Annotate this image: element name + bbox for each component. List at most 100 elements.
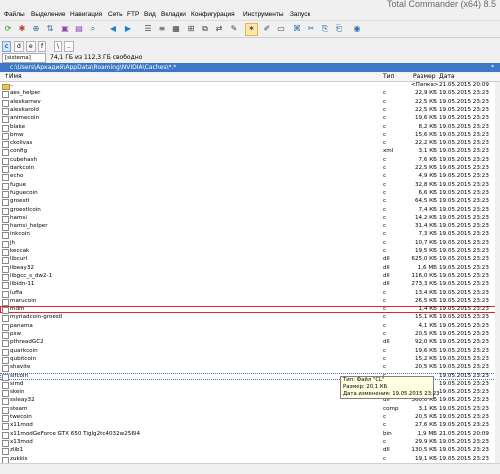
menu-tools[interactable]: Инструменты bbox=[243, 11, 284, 18]
edit-icon[interactable]: ✐ bbox=[262, 24, 272, 34]
file-row[interactable]: libgcc_s_dw2-1 dll 116,0 КБ 19.05.2015 23:2… bbox=[0, 273, 500, 281]
filter-mask[interactable]: * bbox=[491, 63, 494, 72]
copy-icon[interactable]: ⎘ bbox=[320, 24, 330, 34]
menu-files[interactable]: Файлы bbox=[4, 11, 25, 18]
file-row[interactable]: steam comp 3,1 КБ 19.05.2015 23:23 bbox=[0, 406, 500, 414]
file-row[interactable]: zukkis c 19,1 КБ 19.05.2015 23:23 bbox=[0, 456, 500, 463]
file-date: 19.05.2015 23:23 bbox=[439, 165, 489, 171]
drive-d-button[interactable]: d bbox=[14, 41, 24, 52]
tree-icon[interactable]: ⊞ bbox=[186, 24, 196, 34]
column-size[interactable]: Размер bbox=[413, 73, 436, 81]
details-view-icon[interactable]: ≡ bbox=[157, 24, 167, 34]
notepad-icon[interactable]: ▭ bbox=[276, 24, 286, 34]
column-date[interactable]: Дата bbox=[439, 73, 455, 81]
menu-configuration[interactable]: Конфигурация bbox=[191, 11, 235, 18]
cut-icon[interactable]: ✂ bbox=[306, 24, 316, 34]
sync-icon[interactable]: ⇄ bbox=[214, 24, 224, 34]
file-name: groestlcoin bbox=[10, 206, 41, 213]
file-row[interactable]: fugue c 32,8 КБ 19.05.2015 23:23 bbox=[0, 182, 500, 190]
file-row[interactable]: hamsi c 14,2 КБ 19.05.2015 23:23 bbox=[0, 215, 500, 223]
file-row[interactable]: mdm c 1,4 КБ 19.05.2015 23:23 bbox=[0, 306, 500, 315]
file-row[interactable]: x11modGeForce GTX 650 Tiglg2tc4032w256l4… bbox=[0, 431, 500, 439]
hidden-files-icon[interactable]: ✶ bbox=[245, 23, 258, 36]
file-row[interactable]: x11mod c 27,6 КБ 19.05.2015 23:23 bbox=[0, 422, 500, 431]
drive-f-button[interactable]: f bbox=[38, 41, 47, 52]
file-size: 8,2 КБ bbox=[418, 123, 437, 130]
forward-icon[interactable]: ▶ bbox=[123, 24, 133, 34]
file-row[interactable]: luffa c 13,4 КБ 19.05.2015 23:23 bbox=[0, 290, 500, 298]
file-date: 19.05.2015 23:23 bbox=[439, 231, 489, 238]
file-row[interactable]: alexkarnev c 22,5 КБ 19.05.2015 23:23 bbox=[0, 99, 500, 107]
root-button[interactable]: \ bbox=[54, 41, 63, 52]
file-row[interactable]: twecoin c 20,5 КБ 19.05.2015 23:23 bbox=[0, 414, 500, 422]
menu-ftp[interactable]: FTP bbox=[127, 11, 139, 18]
network-icon[interactable]: ⊕ bbox=[31, 24, 41, 34]
drive-e-button[interactable]: e bbox=[26, 41, 36, 52]
file-row[interactable]: psw c 20,5 КБ 19.05.2015 23:23 bbox=[0, 331, 500, 339]
file-row[interactable]: groestlcoin c 7,4 КБ 19.05.2015 23:23 bbox=[0, 206, 500, 215]
file-row[interactable]: hamsi_helper c 31,4 КБ 19.05.2015 23:23 bbox=[0, 223, 500, 232]
file-list[interactable]: .. <Папка> 21.05.2015 20:09 aes_helper c 22,9… bbox=[0, 82, 500, 463]
file-row[interactable]: echo c 4,9 КБ 19.05.2015 23:23 bbox=[0, 173, 500, 182]
file-row[interactable]: shavite c 20,5 КБ 19.05.2015 23:23 bbox=[0, 364, 500, 373]
column-header: ↑Имя Тип Размер Дата bbox=[0, 73, 500, 82]
file-row[interactable]: pthreadGC2 dll 92,0 КБ 19.05.2015 23:23 bbox=[0, 339, 500, 348]
view-icon[interactable]: ◉ bbox=[352, 24, 362, 34]
list-view-icon[interactable]: ☰ bbox=[143, 24, 153, 34]
tooltip-date: Дата изменения: 19.05.2015 23:23 bbox=[343, 391, 440, 397]
back-icon[interactable]: ◀ bbox=[108, 24, 118, 34]
multirename-icon[interactable]: ✎ bbox=[229, 24, 239, 34]
thumbnail-view-icon[interactable]: ▦ bbox=[171, 24, 181, 34]
menu-launch[interactable]: Запуск bbox=[290, 11, 310, 18]
file-row[interactable]: inkcoin c 7,3 КБ 19.05.2015 23:23 bbox=[0, 231, 500, 240]
file-row[interactable]: .. <Папка> 21.05.2015 20:09 bbox=[0, 82, 500, 90]
menu-view[interactable]: Вид bbox=[144, 11, 156, 18]
file-row[interactable]: keccak c 19,5 КБ 19.05.2015 23:23 bbox=[0, 248, 500, 256]
file-row[interactable]: zlib1 dll 130,5 КБ 19.05.2015 23:23 bbox=[0, 447, 500, 456]
drive-c-button[interactable]: c bbox=[2, 41, 12, 52]
file-row[interactable]: bmw c 15,6 КБ 19.05.2015 23:23 bbox=[0, 132, 500, 140]
file-size: 15,1 КБ bbox=[414, 314, 437, 321]
parent-dir-button[interactable]: .. bbox=[64, 41, 74, 52]
file-row[interactable]: fuguecoin c 6,6 КБ 19.05.2015 23:23 bbox=[0, 190, 500, 198]
path-bar[interactable]: c:\Users\Аркадий\AppData\Roaming\NVIDIA\… bbox=[0, 63, 500, 72]
refresh-icon[interactable]: ⟳ bbox=[3, 24, 13, 34]
file-row[interactable]: libcurl dll 625,0 КБ 19.05.2015 23:23 bbox=[0, 256, 500, 265]
ftp-icon[interactable]: ⇅ bbox=[45, 24, 55, 34]
file-row[interactable]: ckolivas c 22,2 КБ 19.05.2015 23:23 bbox=[0, 140, 500, 149]
menu-selection[interactable]: Выделение bbox=[31, 11, 65, 18]
file-row[interactable]: config xml 3,1 КБ 19.05.2015 23:23 bbox=[0, 148, 500, 157]
file-row[interactable]: panama c 4,1 КБ 19.05.2015 23:23 bbox=[0, 323, 500, 331]
file-name: libidn-11 bbox=[10, 281, 35, 288]
file-row[interactable]: libeay32 dll 1,6 МБ 19.05.2015 23:23 bbox=[0, 265, 500, 273]
file-row[interactable]: jh c 10,7 КБ 19.05.2015 23:23 bbox=[0, 240, 500, 248]
find-icon[interactable]: ⌕ bbox=[88, 24, 98, 34]
file-row[interactable]: myriadcoin-groestl c 15,1 КБ 19.05.2015 23:… bbox=[0, 314, 500, 323]
file-row[interactable]: qubitcoin c 15,2 КБ 19.05.2015 23:23 bbox=[0, 356, 500, 364]
file-row[interactable]: aes_helper c 22,9 КБ 19.05.2015 23:23 bbox=[0, 90, 500, 99]
compare-icon[interactable]: ⧉ bbox=[200, 24, 210, 34]
drive-select[interactable]: [sistema] bbox=[2, 53, 46, 63]
file-date: 19.05.2015 23:23 bbox=[439, 140, 489, 147]
menu-navigation[interactable]: Навигация bbox=[70, 11, 102, 18]
file-row[interactable]: groestl c 64,5 КБ 19.05.2015 23:23 bbox=[0, 198, 500, 207]
file-row[interactable]: alexkarold c 22,5 КБ 19.05.2015 23:23 bbox=[0, 107, 500, 115]
file-row[interactable]: x13mod c 29,9 КБ 19.05.2015 23:23 bbox=[0, 439, 500, 447]
file-row[interactable]: quarkcoin c 19,6 КБ 19.05.2015 23:23 bbox=[0, 348, 500, 356]
unpack-icon[interactable]: ▤ bbox=[74, 24, 84, 34]
cmd-icon[interactable]: ⌘ bbox=[292, 24, 302, 34]
column-name[interactable]: ↑Имя bbox=[4, 73, 22, 81]
menu-tabs[interactable]: Вкладки bbox=[161, 11, 186, 18]
file-row[interactable]: libidn-11 dll 273,3 КБ 19.05.2015 23:23 bbox=[0, 281, 500, 290]
file-row[interactable]: marucoin c 26,5 КБ 19.05.2015 23:23 bbox=[0, 298, 500, 306]
paste-icon[interactable]: ⎗ bbox=[334, 24, 344, 34]
file-row[interactable]: darkcoin c 22,5 КБ 19.05.2015 23:23 bbox=[0, 165, 500, 173]
menu-network[interactable]: Сеть bbox=[108, 11, 122, 18]
settings-icon[interactable]: ✱ bbox=[17, 24, 27, 34]
file-row[interactable]: cubehash c 7,6 КБ 19.05.2015 23:23 bbox=[0, 157, 500, 165]
file-row[interactable]: animecoin c 19,6 КБ 19.05.2015 23:23 bbox=[0, 115, 500, 124]
column-type[interactable]: Тип bbox=[383, 73, 395, 81]
file-row[interactable]: blake c 8,2 КБ 19.05.2015 23:23 bbox=[0, 123, 500, 132]
pack-icon[interactable]: ▣ bbox=[60, 24, 70, 34]
scrollbar[interactable] bbox=[495, 82, 500, 463]
